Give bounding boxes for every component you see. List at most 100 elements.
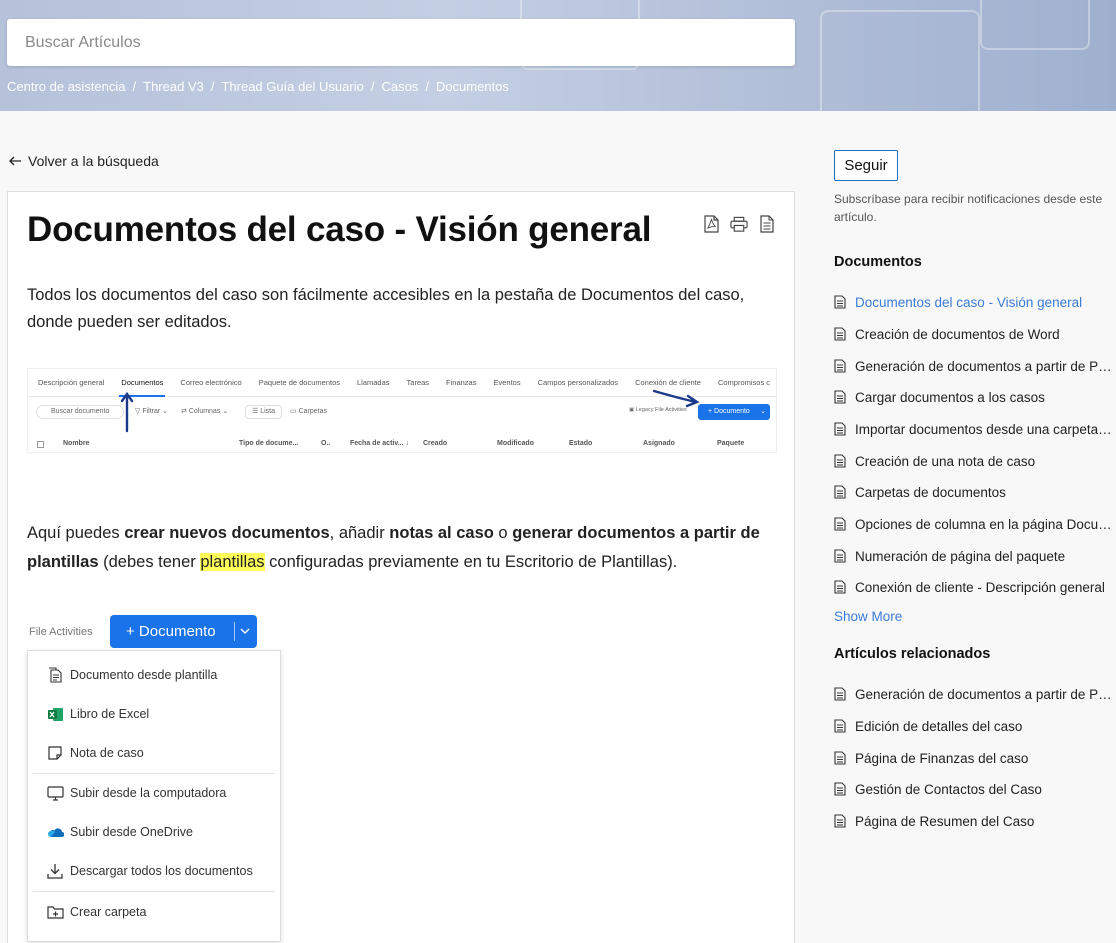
document-icon xyxy=(834,580,846,594)
documents-tab-screenshot: Descripción general Documentos Correo el… xyxy=(27,368,777,453)
file-activities-label: File Activities xyxy=(29,626,93,638)
document-icon xyxy=(834,687,846,701)
sidebar-item-document-folders[interactable]: Carpetas de documentos xyxy=(834,482,1116,502)
document-icon[interactable] xyxy=(758,214,776,234)
sidebar-item-upload-documents[interactable]: Cargar documentos a los casos xyxy=(834,387,1116,407)
sidebar-item-generate-from-templates[interactable]: Generación de documentos a partir de Pla… xyxy=(834,356,1116,376)
menu-item-upload-computer: Subir desde la computadora xyxy=(46,783,226,803)
body-text: o xyxy=(493,524,513,542)
note-icon xyxy=(46,744,64,762)
menu-item-label: Descargar todos los documentos xyxy=(70,864,253,878)
document-icon xyxy=(834,359,846,373)
tab-email: Correo electrónico xyxy=(180,378,242,387)
new-document-label: + Documento xyxy=(708,408,750,415)
breadcrumb-thread-v3[interactable]: Thread V3 xyxy=(143,79,204,94)
related-item-case-details[interactable]: Edición de detalles del caso xyxy=(834,716,1116,736)
breadcrumb-documents[interactable]: Documentos xyxy=(436,79,509,94)
related-item-generate-from-templates[interactable]: Generación de documentos a partir de Pla… xyxy=(834,684,1116,704)
menu-item-label: Subir desde OneDrive xyxy=(70,825,193,839)
menu-divider xyxy=(33,891,275,892)
sidebar-item-case-documents-overview[interactable]: Documentos del caso - Visión general xyxy=(834,292,1116,312)
sidebar-item-client-connection[interactable]: Conexión de cliente - Descripción genera… xyxy=(834,577,1116,597)
excel-icon xyxy=(46,705,64,723)
breadcrumb-user-guide[interactable]: Thread Guía del Usuario xyxy=(221,79,363,94)
body-bold-create: crear nuevos documentos xyxy=(124,524,330,542)
menu-item-note: Nota de caso xyxy=(46,743,144,763)
document-icon xyxy=(834,454,846,468)
new-document-button-preview: + Documento ⌄ xyxy=(698,404,770,420)
banner-decoration xyxy=(820,10,980,111)
follow-button[interactable]: Seguir xyxy=(834,150,898,181)
search-input[interactable] xyxy=(25,33,795,52)
body-text: configuradas previamente en tu Escritori… xyxy=(264,553,678,571)
document-menu-screenshot: File Activities + Documento Documento de… xyxy=(27,612,281,942)
sidebar-item-column-options[interactable]: Opciones de columna en la página Documen… xyxy=(834,514,1116,534)
breadcrumb-cases[interactable]: Casos xyxy=(381,79,418,94)
body-text: Aquí puedes xyxy=(27,524,125,542)
sidebar-item-word-documents[interactable]: Creación de documentos de Word xyxy=(834,324,1116,344)
related-item-case-summary[interactable]: Página de Resumen del Caso xyxy=(834,811,1116,831)
folders-toggle: ▭ Carpetas xyxy=(290,408,327,415)
onedrive-icon xyxy=(46,823,64,841)
document-button-preview: + Documento xyxy=(110,615,257,648)
sidebar-item-import-documents[interactable]: Importar documentos desde una carpeta de… xyxy=(834,419,1116,439)
menu-item-excel: Libro de Excel xyxy=(46,704,149,724)
tab-custom-fields: Campos personalizados xyxy=(537,378,619,387)
col-package: Paquete xyxy=(717,440,745,447)
menu-item-template: Documento desde plantilla xyxy=(46,665,217,685)
arrow-right-icon xyxy=(652,389,700,408)
chevron-down-icon: ⌄ xyxy=(760,408,766,415)
tab-commitments: Compromisos c xyxy=(717,378,771,387)
print-icon[interactable] xyxy=(730,214,748,234)
highlighted-term: plantillas xyxy=(200,553,265,571)
tab-calls: Llamadas xyxy=(357,378,390,387)
show-more-link[interactable]: Show More xyxy=(834,609,902,624)
sidebar-item-label: Cargar documentos a los casos xyxy=(855,389,1045,405)
back-link-label: Volver a la búsqueda xyxy=(28,153,159,169)
related-item-label: Generación de documentos a partir de Pla… xyxy=(855,686,1113,702)
sidebar-item-label: Conexión de cliente - Descripción genera… xyxy=(855,579,1105,595)
col-activity-date: Fecha de activ... ↓ xyxy=(350,440,410,447)
related-item-label: Edición de detalles del caso xyxy=(855,718,1023,734)
sidebar-item-label: Opciones de columna en la página Documen… xyxy=(855,516,1113,532)
template-icon xyxy=(46,666,64,684)
body-bold-notes: notas al caso xyxy=(389,524,494,542)
document-icon xyxy=(834,751,846,765)
tab-documents: Documentos xyxy=(119,378,166,397)
tab-overview: Descripción general xyxy=(38,378,105,387)
related-item-case-contacts[interactable]: Gestión de Contactos del Caso xyxy=(834,779,1116,799)
list-view-label: Lista xyxy=(260,408,276,415)
tab-finances: Finanzas xyxy=(446,378,477,387)
folders-label: Carpetas xyxy=(298,408,327,415)
menu-item-upload-onedrive: Subir desde OneDrive xyxy=(46,822,193,842)
sidebar-item-label: Numeración de página del paquete xyxy=(855,548,1066,564)
document-dropdown-menu: Documento desde plantilla Libro de Excel… xyxy=(27,650,281,942)
related-item-label: Gestión de Contactos del Caso xyxy=(855,781,1042,797)
arrow-up-icon xyxy=(120,391,134,433)
documents-table-header: Nombre Tipo de docume... O.. Fecha de ac… xyxy=(28,435,776,452)
filter-control: ▽ Filtrar ⌄ xyxy=(135,408,169,415)
col-o: O.. xyxy=(321,440,331,447)
menu-item-download-all: Descargar todos los documentos xyxy=(46,861,253,881)
breadcrumb-help-center[interactable]: Centro de asistencia xyxy=(7,79,126,94)
document-icon xyxy=(834,719,846,733)
sidebar-item-label: Creación de una nota de caso xyxy=(855,453,1036,469)
tab-document-package: Paquete de documentos xyxy=(258,378,340,387)
sidebar-item-case-note[interactable]: Creación de una nota de caso xyxy=(834,451,1116,471)
subscribe-text: Subscríbase para recibir notificaciones … xyxy=(834,192,1103,224)
section-documents-title: Documentos xyxy=(834,254,922,270)
related-item-case-finances[interactable]: Página de Finanzas del caso xyxy=(834,748,1116,768)
hero-banner: Centro de asistencia/ Thread V3/ Thread … xyxy=(0,0,1116,111)
col-status: Estado xyxy=(569,440,593,447)
article-card: Documentos del caso - Visión general Tod… xyxy=(7,191,795,943)
related-item-label: Página de Finanzas del caso xyxy=(855,750,1029,766)
tab-events: Eventos xyxy=(493,378,521,387)
download-icon xyxy=(46,862,64,880)
sidebar-item-page-numbering[interactable]: Numeración de página del paquete xyxy=(834,546,1116,566)
back-to-search-link[interactable]: Volver a la búsqueda xyxy=(9,153,159,169)
col-assigned: Asignado xyxy=(643,440,675,447)
document-icon xyxy=(834,549,846,563)
pdf-icon[interactable] xyxy=(702,214,720,234)
sidebar-item-label: Importar documentos desde una carpeta de… xyxy=(855,421,1113,437)
search-box[interactable] xyxy=(7,19,795,66)
